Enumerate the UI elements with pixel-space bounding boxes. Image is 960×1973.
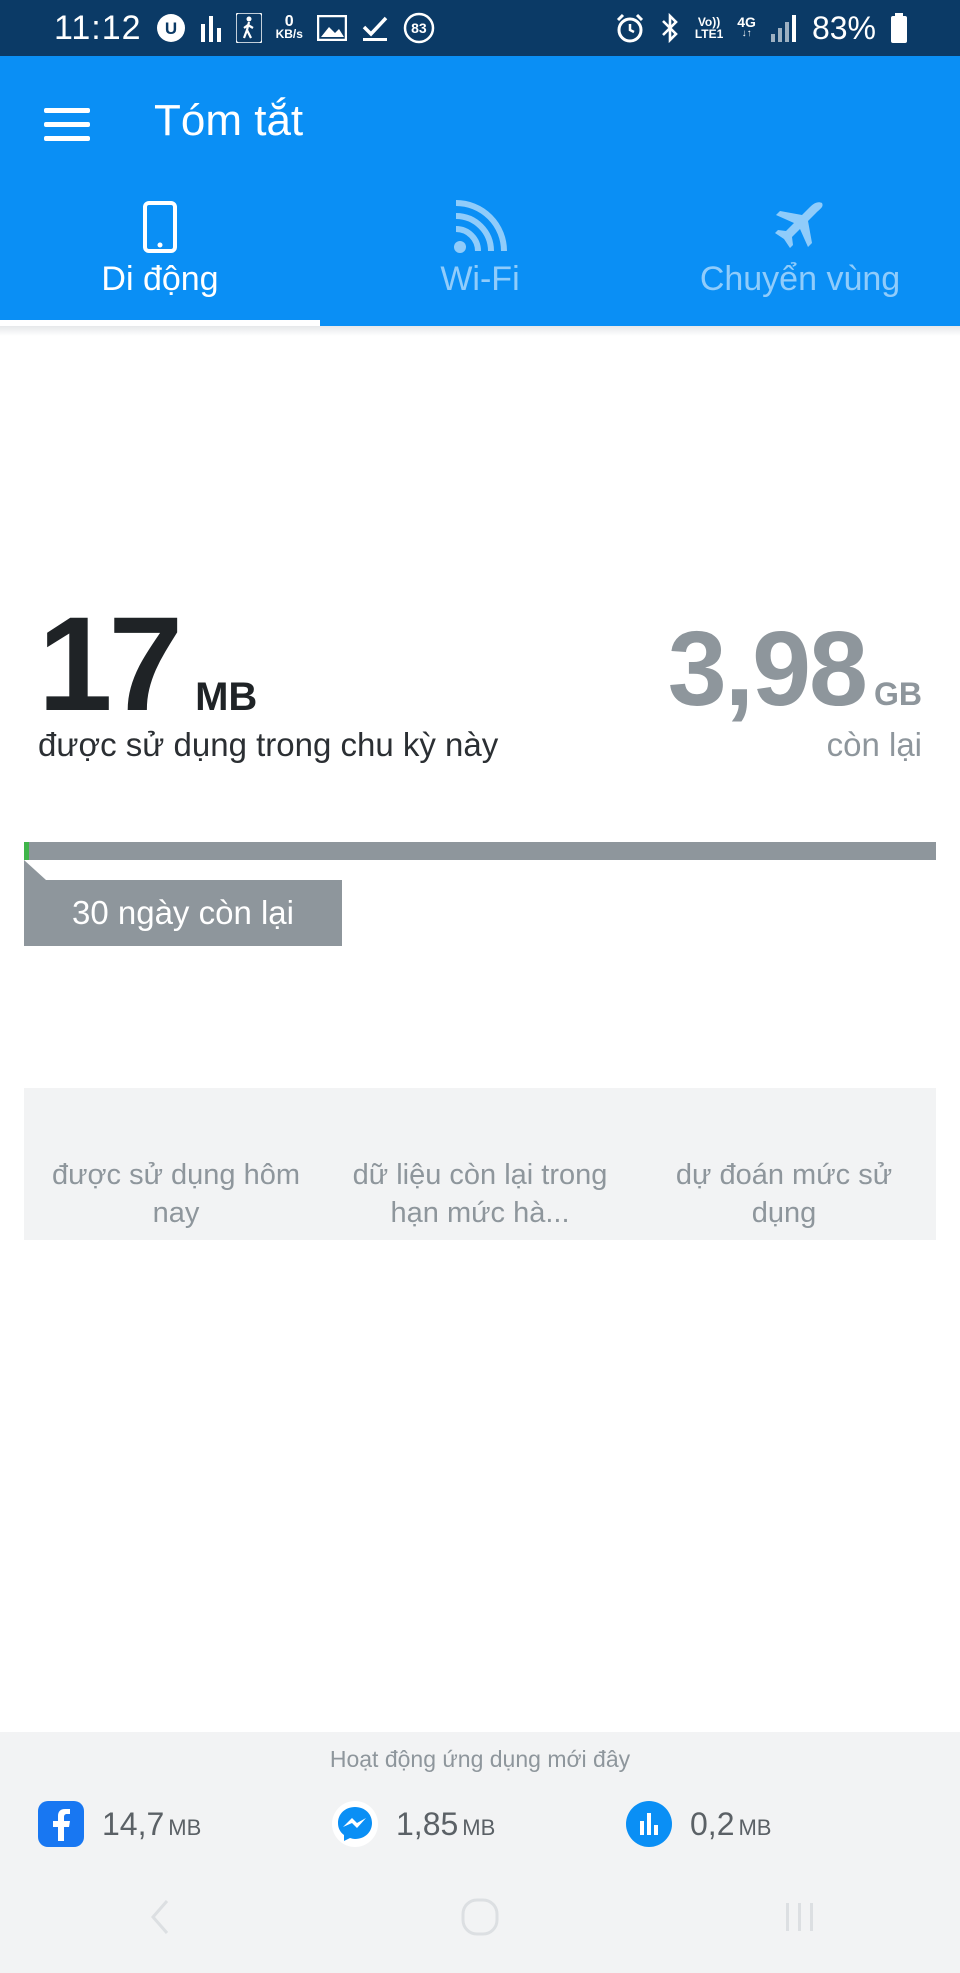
days-badge-pointer (24, 860, 46, 880)
svg-text:U: U (164, 19, 176, 38)
recent-activity-title: Hoạt động ứng dụng mới đây (329, 1746, 631, 1772)
bar-chart-notification-icon (200, 14, 222, 42)
remaining-data: 3,98 GB (668, 616, 922, 722)
remaining-caption: còn lại (826, 726, 922, 763)
battery-icon (890, 13, 908, 43)
home-button[interactable] (440, 1877, 520, 1957)
tab-bar: Di động Wi-Fi Chuyển vùng (0, 186, 960, 326)
used-data: 17 MB (38, 598, 257, 732)
stat-remaining-daily[interactable]: dữ liệu còn lại trong hạn mức hà... (328, 1088, 632, 1240)
battery-percentage: 83% (811, 9, 876, 46)
app-bar-shadow (0, 326, 960, 336)
tab-roaming-label: Chuyển vùng (699, 260, 901, 298)
used-caption: được sử dụng trong chu kỳ này (38, 726, 499, 763)
signal-strength-icon (770, 14, 798, 42)
days-left-badge: 30 ngày còn lại (24, 880, 342, 946)
stat-label: dữ liệu còn lại trong hạn mức hà... (352, 1159, 608, 1229)
home-icon (461, 1898, 499, 1935)
app-usage-messenger[interactable]: 1,85 MB (332, 1786, 495, 1862)
wifi-icon (452, 198, 508, 256)
used-value: 17 (38, 590, 183, 739)
system-nav-bar (0, 1860, 960, 1973)
usage-progress-bar (24, 842, 936, 860)
image-icon (316, 15, 347, 41)
alarm-icon (615, 13, 645, 43)
tab-mobile[interactable]: Di động (0, 186, 320, 326)
recents-button[interactable] (760, 1877, 840, 1957)
facebook-icon (38, 1801, 84, 1847)
recents-icon (786, 1902, 813, 1931)
app-usage-value: 0,2 (690, 1805, 735, 1842)
app-usage-unit: MB (738, 1815, 772, 1840)
stat-used-today[interactable]: được sử dụng hôm nay (24, 1088, 328, 1240)
remaining-unit: GB (874, 676, 922, 712)
app-bar: Tóm tắt Di động Wi-Fi Chuyển vùng (0, 56, 960, 326)
tab-roaming[interactable]: Chuyển vùng (640, 186, 960, 326)
stat-label: dự đoán mức sử dụng (675, 1159, 893, 1229)
app-usage-data-meter[interactable]: 0,2 MB (626, 1786, 771, 1862)
app-usage-facebook[interactable]: 14,7 MB (38, 1786, 201, 1862)
tab-wifi[interactable]: Wi-Fi (320, 186, 640, 326)
phone-icon (143, 198, 177, 256)
notification-count-badge: 83 (403, 12, 435, 44)
app-usage-unit: MB (462, 1815, 496, 1840)
back-button[interactable] (120, 1877, 200, 1957)
bluetooth-icon (659, 13, 681, 43)
stat-label: được sử dụng hôm nay (51, 1159, 301, 1229)
back-icon (151, 1899, 169, 1934)
checkmark-icon (361, 15, 389, 41)
menu-icon[interactable] (44, 100, 92, 148)
app-usage-value: 1,85 (396, 1805, 459, 1842)
walking-icon (235, 13, 262, 43)
stat-predicted-usage[interactable]: dự đoán mức sử dụng (632, 1088, 936, 1240)
network-speed-indicator: 0 KB/s (275, 13, 303, 41)
messenger-icon (332, 1801, 378, 1847)
tab-wifi-label: Wi-Fi (440, 260, 520, 298)
page-title: Tóm tắt (154, 96, 304, 145)
airplane-icon (772, 198, 828, 256)
u-notification-icon: U (156, 13, 186, 43)
stats-panel: được sử dụng hôm nay dữ liệu còn lại tro… (24, 1088, 936, 1240)
status-time: 11:12 (54, 8, 142, 47)
usage-progress-fill (24, 842, 30, 860)
app-usage-value: 14,7 (102, 1805, 165, 1842)
app-usage-unit: MB (168, 1815, 202, 1840)
used-unit: MB (195, 675, 258, 719)
tab-mobile-label: Di động (101, 260, 219, 298)
volte-indicator: Vo)) LTE1 (694, 15, 724, 41)
data-meter-icon (626, 1801, 672, 1847)
remaining-value: 3,98 (667, 610, 868, 728)
network-type-indicator: 4G ↓↑ (737, 14, 756, 39)
status-bar: 11:12 U 0 KB/s 83 Vo)) LTE1 4G ↓↑ 83% (0, 0, 960, 56)
